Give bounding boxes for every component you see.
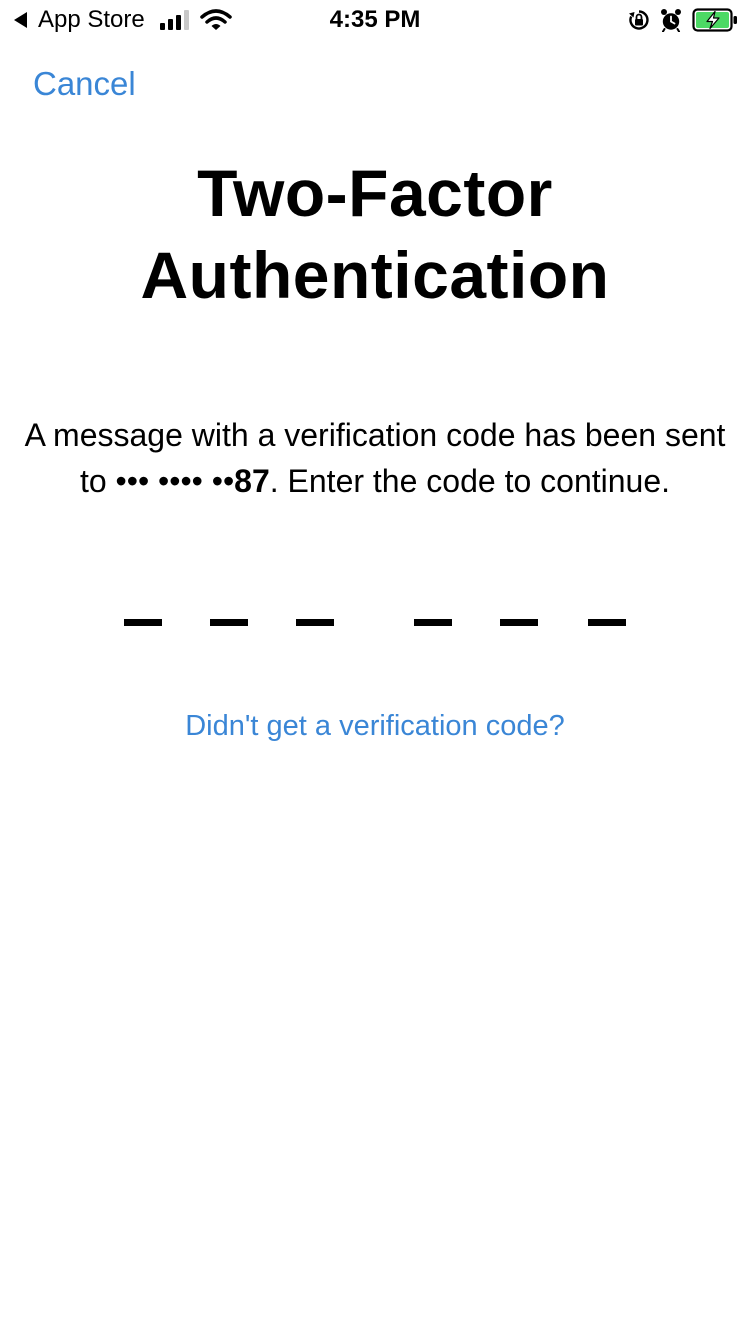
- cancel-button[interactable]: Cancel: [33, 64, 136, 104]
- resend-code-link[interactable]: Didn't get a verification code?: [0, 706, 750, 746]
- two-factor-screen: App Store 4:35 PM Cancel Two-Factor Auth…: [0, 0, 750, 1334]
- code-digit-slot-1[interactable]: [124, 619, 162, 626]
- code-digit-slot-2[interactable]: [210, 619, 248, 626]
- status-right-icons: [628, 7, 738, 33]
- battery-charging-icon: [692, 8, 737, 32]
- code-digit-slot-5[interactable]: [500, 619, 538, 626]
- verification-message: A message with a verification code has b…: [20, 412, 730, 504]
- code-digit-slot-4[interactable]: [414, 619, 452, 626]
- status-bar: App Store 4:35 PM: [0, 0, 750, 40]
- orientation-lock-icon: [629, 10, 649, 30]
- code-digit-slot-3[interactable]: [296, 619, 334, 626]
- code-digit-slot-6[interactable]: [588, 619, 626, 626]
- page-title: Two-Factor Authentication: [140, 156, 610, 312]
- message-text-after: . Enter the code to continue.: [269, 463, 671, 499]
- alarm-icon: [661, 9, 681, 32]
- phone-last-digits: 87: [234, 463, 270, 499]
